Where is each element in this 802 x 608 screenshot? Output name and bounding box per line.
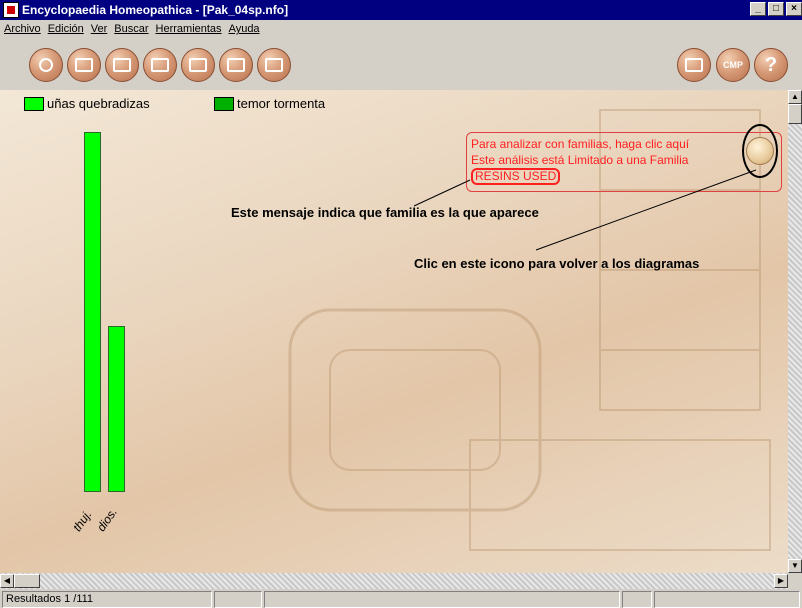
title-bar: Encyclopaedia Homeopathica - [Pak_04sp.n… [0, 0, 802, 20]
status-bar: Resultados 1 /111 [0, 589, 802, 608]
annotation-family: Este mensaje indica que familia es la qu… [231, 205, 539, 220]
status-panel-3 [264, 591, 620, 608]
open-book-icon[interactable] [181, 48, 215, 82]
vertical-scrollbar[interactable]: ▲ ▼ [788, 90, 802, 573]
menu-buscar[interactable]: Buscar [114, 23, 148, 35]
scroll-up-button[interactable]: ▲ [788, 90, 802, 104]
arrow-family [413, 179, 471, 207]
annotation-icon: Clic en este icono para volver a los dia… [414, 256, 700, 271]
status-panel-4 [622, 591, 652, 608]
search-icon[interactable] [29, 48, 63, 82]
list-icon[interactable] [219, 48, 253, 82]
chart-icon[interactable] [257, 48, 291, 82]
status-panel-5 [654, 591, 800, 608]
help-icon[interactable]: ? [754, 48, 788, 82]
document-icon[interactable] [143, 48, 177, 82]
app-icon[interactable] [3, 2, 19, 18]
toolbar: CMP ? [0, 38, 802, 90]
menu-herramientas[interactable]: Herramientas [156, 23, 222, 35]
vertical-scroll-thumb[interactable] [788, 104, 802, 124]
status-results: Resultados 1 /111 [2, 591, 212, 608]
menu-ayuda[interactable]: Ayuda [229, 23, 260, 35]
menu-bar: Archivo Edición Ver Buscar Herramientas … [0, 20, 802, 38]
close-button[interactable]: × [786, 2, 802, 16]
menu-ver[interactable]: Ver [91, 23, 108, 35]
scroll-corner [788, 573, 802, 589]
chart-canvas: uñas quebradizas temor tormenta thuj. dio… [0, 90, 788, 573]
scroll-down-button[interactable]: ▼ [788, 559, 802, 573]
gift-icon[interactable] [677, 48, 711, 82]
menu-archivo[interactable]: Archivo [4, 23, 41, 35]
home-icon[interactable] [67, 48, 101, 82]
window-title: Encyclopaedia Homeopathica - [Pak_04sp.n… [22, 3, 289, 17]
menu-edicion[interactable]: Edición [48, 23, 84, 35]
maximize-button[interactable]: □ [768, 2, 784, 16]
scroll-left-button[interactable]: ◀ [0, 574, 14, 588]
cmp-icon[interactable]: CMP [716, 48, 750, 82]
minimize-button[interactable]: _ [750, 2, 766, 16]
arrow-icon [535, 169, 757, 251]
books-icon[interactable] [105, 48, 139, 82]
status-panel-2 [214, 591, 262, 608]
horizontal-scroll-thumb[interactable] [14, 574, 40, 588]
scroll-right-button[interactable]: ▶ [774, 574, 788, 588]
horizontal-scrollbar[interactable]: ◀ ▶ [0, 573, 788, 589]
annotation-arrows [413, 169, 757, 251]
